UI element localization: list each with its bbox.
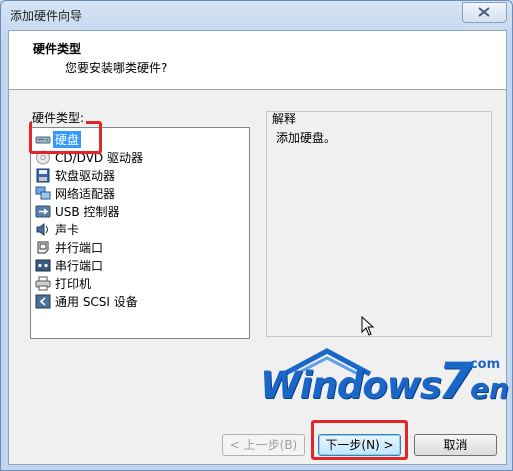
watermark-text: Windows — [260, 364, 442, 407]
watermark-logo: Windows 7 en .com — [252, 348, 512, 418]
close-button[interactable] — [462, 2, 507, 23]
list-item-label: 软盘驱动器 — [55, 169, 116, 183]
serial-port-icon — [35, 258, 51, 273]
wizard-content: 硬件类型 您要安装哪类硬件? 硬件类型: 硬盘 CD/DVD 驱动器 软盘驱动器… — [8, 30, 509, 465]
watermark-com: .com — [465, 357, 501, 372]
list-item-network-adapter[interactable]: 网络适配器 — [35, 185, 117, 202]
hardware-type-list[interactable]: 硬盘 CD/DVD 驱动器 软盘驱动器 网络适配器 USB 控制器 声卡 并行端… — [30, 127, 250, 339]
highlight-box-next — [311, 420, 408, 460]
sound-card-icon — [35, 222, 51, 237]
back-button[interactable]: < 上一步(B) — [222, 434, 305, 456]
printer-icon — [35, 276, 51, 291]
parallel-port-icon — [35, 240, 51, 255]
title-bar[interactable]: 添加硬件向导 — [1, 1, 512, 29]
description-text: 添加硬盘。 — [276, 131, 337, 145]
header-title: 硬件类型 — [33, 42, 82, 56]
mouse-pointer-icon — [361, 316, 375, 336]
description-label: 解释 — [272, 112, 297, 126]
list-item-floppy[interactable]: 软盘驱动器 — [35, 167, 117, 184]
window-title: 添加硬件向导 — [10, 9, 83, 23]
list-item-label: USB 控制器 — [55, 205, 120, 219]
list-item-sound-card[interactable]: 声卡 — [35, 221, 81, 238]
list-item-usb-controller[interactable]: USB 控制器 — [35, 203, 121, 220]
list-item-serial-port[interactable]: 串行端口 — [35, 257, 105, 274]
list-item-label: 打印机 — [55, 277, 92, 291]
wizard-header: 硬件类型 您要安装哪类硬件? — [9, 31, 506, 90]
scsi-device-icon — [35, 294, 51, 309]
watermark-en: en — [470, 372, 509, 405]
wizard-window: 添加硬件向导 硬件类型 您要安装哪类硬件? 硬件类型: 硬盘 CD/DVD 驱动… — [0, 0, 513, 471]
list-item-label: 串行端口 — [55, 259, 104, 273]
list-item-printer[interactable]: 打印机 — [35, 275, 93, 292]
floppy-drive-icon — [35, 168, 51, 183]
list-item-label: 通用 SCSI 设备 — [55, 295, 138, 309]
network-adapter-icon — [35, 186, 51, 201]
list-item-scsi-device[interactable]: 通用 SCSI 设备 — [35, 293, 140, 310]
hardware-list-label: 硬件类型: — [32, 109, 87, 126]
usb-icon — [35, 204, 51, 219]
list-item-label: 网络适配器 — [55, 187, 116, 201]
close-icon — [478, 7, 490, 17]
header-subtitle: 您要安装哪类硬件? — [65, 61, 168, 75]
list-item-parallel-port[interactable]: 并行端口 — [35, 239, 105, 256]
cancel-button[interactable]: 取消 — [414, 434, 497, 456]
list-item-label: 并行端口 — [55, 241, 104, 255]
list-item-label: 声卡 — [55, 223, 80, 237]
